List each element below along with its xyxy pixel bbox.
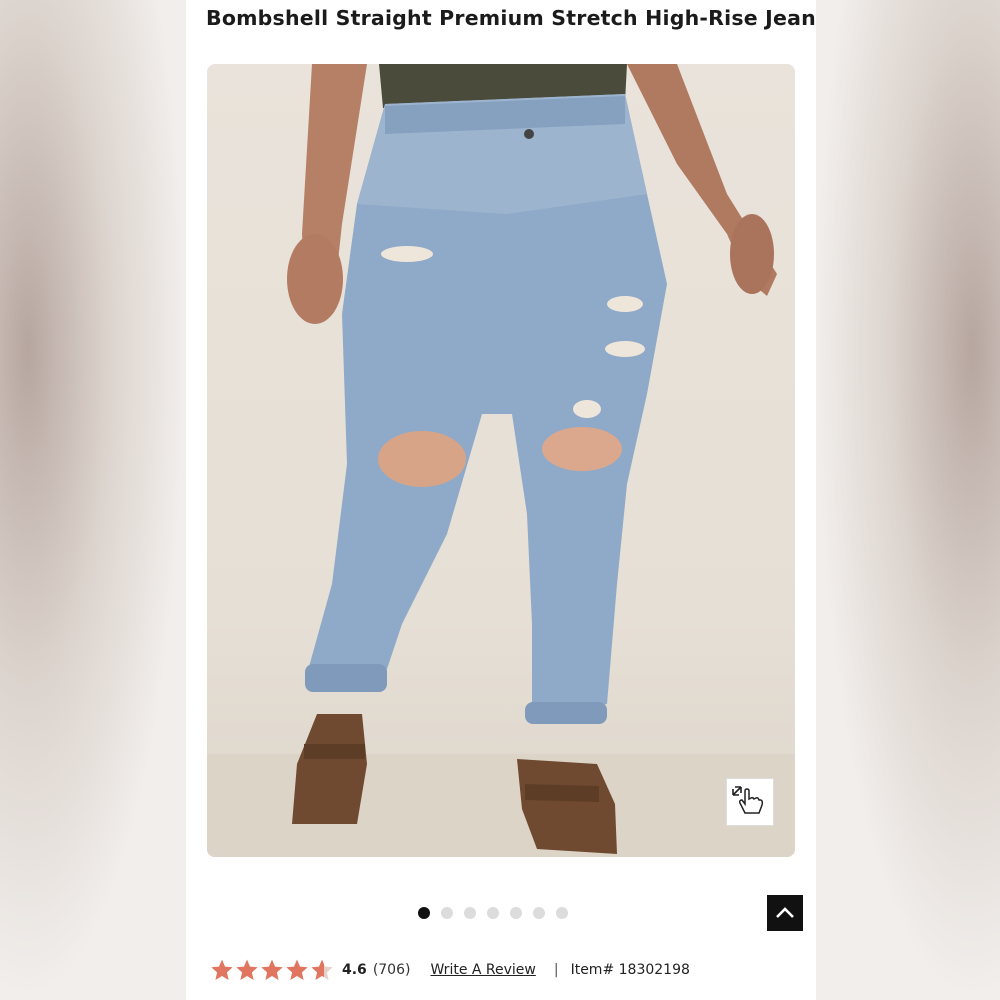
- star-icon: [211, 959, 233, 980]
- pinch-zoom-hand-icon: [732, 786, 764, 814]
- item-number: Item# 18302198: [570, 962, 690, 978]
- gallery-dot-5[interactable]: [510, 907, 522, 919]
- zoom-button[interactable]: [726, 778, 774, 826]
- gallery-dot-4[interactable]: [487, 907, 499, 919]
- gallery-dot-3[interactable]: [464, 907, 476, 919]
- gallery-pagination: [418, 907, 568, 919]
- star-icon: [286, 959, 308, 980]
- review-count[interactable]: (706): [373, 962, 411, 978]
- write-review-link[interactable]: Write A Review: [430, 962, 535, 978]
- gallery-dot-2[interactable]: [441, 907, 453, 919]
- product-title: Bombshell Straight Premium Stretch High-…: [206, 6, 816, 30]
- product-panel: Bombshell Straight Premium Stretch High-…: [186, 0, 816, 1000]
- background-right: [815, 0, 1000, 1000]
- gallery-dot-6[interactable]: [533, 907, 545, 919]
- background-left: [0, 0, 186, 1000]
- gallery-dot-1[interactable]: [418, 907, 430, 919]
- jeans-illustration: [207, 64, 795, 857]
- separator: |: [553, 962, 559, 978]
- star-icon: [261, 959, 283, 980]
- star-rating: [210, 958, 334, 982]
- star-half-icon: [311, 959, 333, 980]
- star-icon: [236, 959, 258, 980]
- product-image[interactable]: [207, 64, 795, 857]
- rating-row: 4.6 (706) Write A Review | Item# 1830219…: [210, 958, 690, 982]
- rating-score: 4.6: [342, 962, 367, 978]
- gallery-dot-7[interactable]: [556, 907, 568, 919]
- scroll-to-top-button[interactable]: [767, 895, 803, 931]
- chevron-up-icon: [776, 907, 794, 918]
